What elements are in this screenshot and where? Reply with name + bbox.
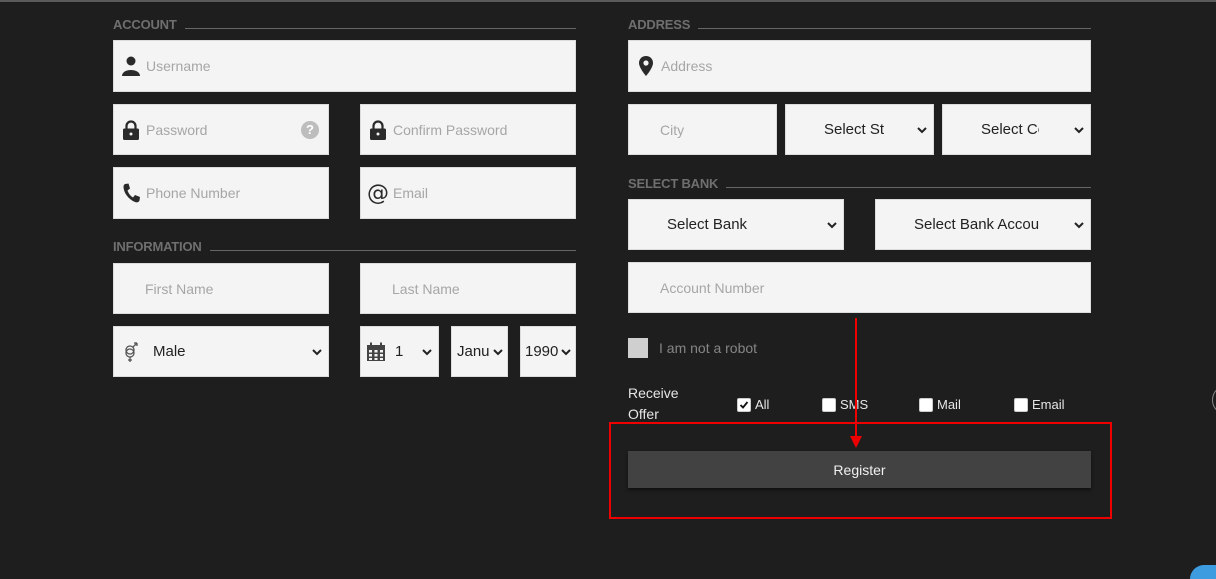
section-divider xyxy=(698,27,1091,29)
offer-option-email[interactable]: Email xyxy=(1014,397,1065,412)
chevron-down-icon xyxy=(1074,126,1084,133)
section-address-label: ADDRESS xyxy=(628,16,691,32)
email-placeholder: Email xyxy=(393,185,429,201)
floating-widget-button[interactable] xyxy=(1212,385,1216,415)
lock-icon xyxy=(116,119,146,140)
confirm-password-placeholder: Confirm Password xyxy=(393,121,508,138)
section-select-bank-label: SELECT BANK xyxy=(628,175,719,191)
phone-icon xyxy=(116,183,146,203)
city-field[interactable]: City xyxy=(628,104,777,155)
first-name-placeholder: First Name xyxy=(145,280,214,297)
username-placeholder: Username xyxy=(146,58,211,74)
bank-account-select[interactable]: Select Bank Accou xyxy=(875,199,1091,250)
offer-option-all[interactable]: All xyxy=(737,397,769,412)
account-number-field[interactable]: Account Number xyxy=(628,262,1091,313)
bank-value: Select Bank xyxy=(667,216,748,233)
checkmark-icon xyxy=(739,400,749,409)
checkbox-all[interactable] xyxy=(737,397,751,412)
chevron-down-icon xyxy=(1074,221,1084,228)
country-select[interactable]: Select Co xyxy=(942,104,1091,155)
confirm-password-field[interactable]: Confirm Password xyxy=(360,104,576,155)
year-select[interactable]: 1990 xyxy=(520,326,576,377)
email-field[interactable]: @ Email xyxy=(360,167,576,219)
offer-option-label: All xyxy=(755,397,770,412)
chevron-down-icon xyxy=(422,348,432,355)
chevron-down-icon xyxy=(917,126,927,133)
offer-option-mail[interactable]: Mail xyxy=(919,397,961,412)
arrow-annotation-head xyxy=(850,436,862,448)
last-name-field[interactable]: Last Name xyxy=(360,263,576,314)
last-name-placeholder: Last Name xyxy=(392,280,460,297)
checkbox-email[interactable] xyxy=(1014,397,1028,412)
offer-option-sms[interactable]: SMS xyxy=(822,397,868,412)
chevron-down-icon xyxy=(827,221,837,228)
user-icon xyxy=(116,56,146,76)
month-value: Janu xyxy=(457,343,490,360)
lock-icon xyxy=(363,119,393,140)
address-field[interactable]: Address xyxy=(628,40,1091,92)
section-divider xyxy=(726,186,1091,188)
bank-select[interactable]: Select Bank xyxy=(628,199,844,250)
section-address: ADDRESS xyxy=(628,16,1091,32)
chevron-down-icon xyxy=(493,348,503,355)
country-value: Select Co xyxy=(981,121,1039,138)
at-sign-icon: @ xyxy=(367,180,389,206)
offer-option-label: Email xyxy=(1032,397,1065,412)
chevron-down-icon xyxy=(312,348,322,355)
help-icon[interactable]: ? xyxy=(301,120,319,139)
address-placeholder: Address xyxy=(661,58,713,74)
chat-widget-tab[interactable] xyxy=(1190,565,1216,579)
section-account: ACCOUNT xyxy=(113,16,576,32)
calendar-icon xyxy=(366,342,386,362)
account-number-placeholder: Account Number xyxy=(660,279,765,296)
checkbox-sms[interactable] xyxy=(822,397,836,412)
month-select[interactable]: Janu xyxy=(451,326,508,377)
chevron-down-icon xyxy=(561,348,571,355)
receive-offer-label: Receive Offer xyxy=(628,385,679,422)
gender-select[interactable]: Male xyxy=(113,326,329,377)
captcha-label: I am not a robot xyxy=(659,340,758,356)
gender-icon xyxy=(116,341,146,363)
phone-placeholder: Phone Number xyxy=(146,185,241,201)
username-field[interactable]: Username xyxy=(113,40,576,92)
state-value: Select St xyxy=(824,121,885,138)
captcha-checkbox[interactable] xyxy=(628,338,648,358)
password-placeholder: Password xyxy=(146,121,208,138)
password-field[interactable]: Password ? xyxy=(113,104,329,155)
gender-value: Male xyxy=(153,343,186,360)
arrow-annotation-line xyxy=(855,318,857,440)
bank-account-value: Select Bank Accou xyxy=(914,216,1040,233)
year-value: 1990 xyxy=(525,343,559,360)
offer-option-label: Mail xyxy=(937,397,961,412)
section-information-label: INFORMATION xyxy=(113,238,202,254)
section-select-bank: SELECT BANK xyxy=(628,175,1091,191)
section-information: INFORMATION xyxy=(113,238,576,254)
phone-field[interactable]: Phone Number xyxy=(113,167,329,219)
window-top-border xyxy=(0,0,1216,2)
state-select[interactable]: Select St xyxy=(785,104,934,155)
first-name-field[interactable]: First Name xyxy=(113,263,329,314)
city-placeholder: City xyxy=(660,121,685,138)
section-account-label: ACCOUNT xyxy=(113,16,177,32)
day-value: 1 xyxy=(395,343,404,360)
location-pin-icon xyxy=(631,56,661,76)
section-divider xyxy=(184,27,576,29)
day-select[interactable]: 1 xyxy=(360,326,439,377)
checkbox-mail[interactable] xyxy=(919,397,933,412)
section-divider xyxy=(209,249,576,251)
